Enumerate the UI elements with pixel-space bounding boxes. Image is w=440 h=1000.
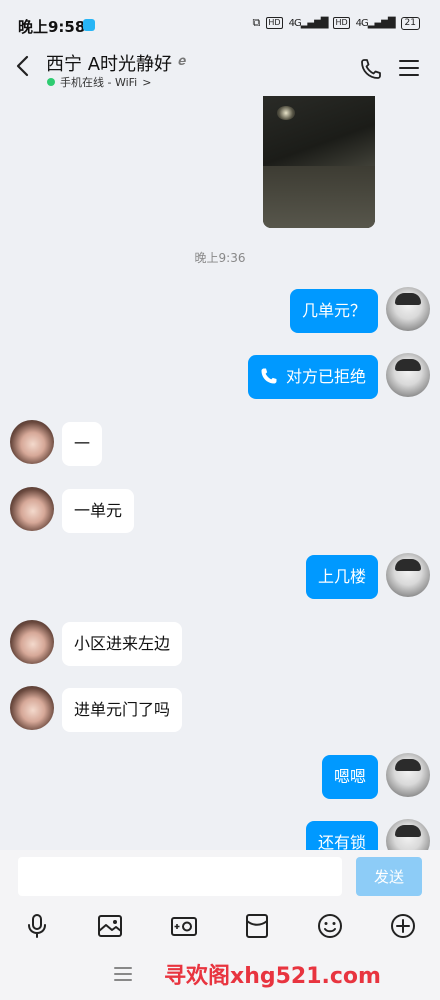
contact-avatar[interactable]: [10, 620, 54, 664]
contact-status-text: 手机在线 - WiFi: [60, 76, 138, 89]
emoji-icon[interactable]: [316, 912, 344, 940]
network-label-1: 4G: [288, 17, 302, 29]
hd-badge-2: HD: [333, 17, 350, 29]
plus-icon[interactable]: [389, 912, 417, 940]
network-label-2: 4G: [355, 17, 369, 29]
message-timestamp: 晚上9:36: [194, 251, 246, 265]
my-avatar[interactable]: [386, 819, 430, 850]
my-avatar[interactable]: [386, 753, 430, 797]
contact-avatar[interactable]: [10, 686, 54, 730]
my-avatar[interactable]: [386, 553, 430, 597]
back-arrow-icon[interactable]: [12, 54, 36, 78]
online-dot-icon: [47, 78, 55, 86]
message-input[interactable]: [18, 857, 342, 896]
status-icons: ⧉ HD 4G▂▄▆█ HD 4G▂▄▆█ 21: [253, 16, 420, 30]
signal-icon-2: 4G▂▄▆█: [355, 17, 396, 29]
ear-icon: 𝒆: [178, 53, 187, 69]
call-record-bubble[interactable]: 对方已拒绝: [247, 355, 378, 399]
message-bubble[interactable]: 进单元门了吗: [62, 688, 183, 732]
send-button[interactable]: 发送: [356, 857, 422, 896]
camera-icon[interactable]: [170, 912, 198, 940]
photo-lamp: [277, 106, 295, 120]
phone-call-icon: [261, 368, 277, 384]
battery-icon: 21: [400, 16, 420, 30]
message-bubble[interactable]: 一: [62, 422, 103, 466]
my-avatar[interactable]: [386, 353, 430, 397]
chevron-right-icon: >: [142, 75, 152, 89]
image-message[interactable]: [263, 96, 375, 228]
composer: 发送: [0, 850, 440, 902]
watermark: 寻欢阁xhg521.com: [164, 964, 381, 989]
menu-icon[interactable]: [399, 58, 419, 78]
contact-avatar[interactable]: [10, 487, 54, 531]
message-bubble[interactable]: 一单元: [62, 489, 135, 533]
message-bubble[interactable]: 还有锁: [305, 821, 378, 850]
message-bubble[interactable]: 上几楼: [305, 555, 378, 599]
contact-status: 手机在线 - WiFi >: [47, 74, 151, 90]
system-nav-bar: 寻欢阁xhg521.com: [0, 950, 440, 1000]
signal-icon-1: 4G▂▄▆█: [288, 17, 329, 29]
hd-badge-1: HD: [266, 17, 283, 29]
phone-icon[interactable]: [359, 57, 383, 81]
message-bubble[interactable]: 几单元？: [289, 289, 378, 333]
my-avatar[interactable]: [386, 287, 430, 331]
message-bubble[interactable]: 小区进来左边: [62, 622, 183, 666]
app-notification-icon: [83, 19, 95, 31]
image-icon[interactable]: [96, 912, 124, 940]
nav-menu-icon[interactable]: [114, 966, 132, 982]
status-time: 晚上9:58: [18, 18, 86, 36]
call-record-text: 对方已拒绝: [285, 367, 366, 386]
contact-avatar[interactable]: [10, 420, 54, 464]
photo-ground: [263, 166, 375, 228]
chat-area[interactable]: 晚上9:36 几单元？ 对方已拒绝 一 一单元 上几楼 小区进来左边 进单元门了…: [0, 96, 440, 850]
red-packet-icon[interactable]: [243, 912, 271, 940]
composer-toolbar: [0, 902, 440, 950]
chat-header: 西宁 A时光静好 𝒆 手机在线 - WiFi >: [0, 40, 440, 96]
contact-name[interactable]: 西宁 A时光静好: [46, 50, 172, 76]
screen-icon: ⧉: [252, 16, 261, 29]
mic-icon[interactable]: [23, 912, 51, 940]
message-bubble[interactable]: 嗯嗯: [321, 755, 378, 799]
